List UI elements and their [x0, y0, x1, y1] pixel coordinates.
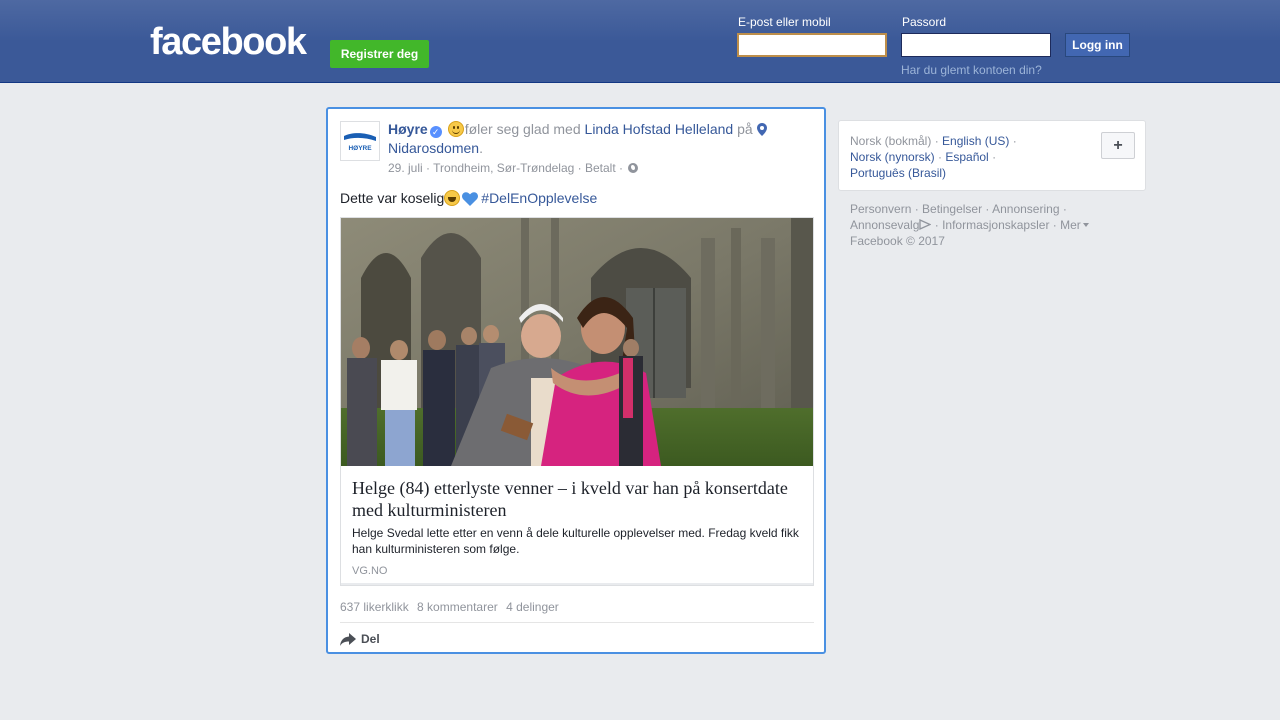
location-prefix: på [737, 121, 753, 137]
language-selector: Norsk (bokmål) · English (US) · Norsk (n… [838, 120, 1146, 191]
language-option[interactable]: Português (Brasil) [850, 166, 946, 180]
share-label: Del [361, 632, 380, 646]
share-arrow-icon [340, 632, 356, 646]
advertising-link[interactable]: Annonsering [992, 202, 1059, 216]
blue-heart-icon [462, 192, 479, 206]
ad-choices-label: Annonsevalg [850, 218, 920, 232]
shares-count[interactable]: 4 delinger [506, 600, 559, 614]
happy-feeling-icon [447, 121, 464, 137]
tagged-person-link[interactable]: Linda Hofstad Helleland [585, 121, 734, 137]
language-option[interactable]: English (US) [942, 134, 1009, 148]
feeling-text: føler seg glad med [464, 121, 581, 137]
more-label: Mer [1060, 218, 1081, 232]
language-option[interactable]: Norsk (nynorsk) [850, 150, 935, 164]
more-menu-link[interactable]: Mer [1060, 218, 1089, 232]
language-option[interactable]: Español [945, 150, 988, 164]
location-link[interactable]: Nidarosdomen [388, 140, 479, 156]
comments-count[interactable]: 8 kommentarer [417, 600, 498, 614]
register-button[interactable]: Registrer deg [330, 40, 429, 68]
password-field[interactable] [901, 33, 1051, 57]
more-languages-button[interactable]: + [1101, 132, 1135, 159]
page-avatar[interactable]: HØYRE [340, 121, 380, 161]
page-name-link[interactable]: Høyre [388, 121, 428, 137]
terms-link[interactable]: Betingelser [922, 202, 982, 216]
ad-choices-link[interactable]: Annonsevalg [850, 218, 932, 232]
preview-photo[interactable] [341, 218, 813, 466]
footer-links: Personvern · Betingelser · Annonsering ·… [850, 201, 1110, 249]
current-language: Norsk (bokmål) [850, 134, 932, 148]
preview-title[interactable]: Helge (84) etterlyste venner – i kveld v… [352, 477, 802, 521]
preview-description: Helge Svedal lette etter en venn å dele … [352, 526, 799, 556]
separator: · [619, 161, 624, 175]
privacy-link[interactable]: Personvern [850, 202, 911, 216]
facebook-logo[interactable]: facebook [150, 23, 307, 61]
hashtag-link[interactable]: #DelEnOpplevelse [481, 190, 597, 206]
separator: · [577, 161, 582, 175]
post-text: Dette var koselig [340, 190, 445, 206]
post-date-link[interactable]: 29. juli [388, 161, 423, 175]
post-message: Dette var koselig #DelEnOpplevelse [340, 189, 810, 208]
post-meta: 29. juli · Trondheim, Sør-Trøndelag · Be… [388, 161, 808, 175]
sponsored-label: Betalt [585, 161, 616, 175]
preview-domain: VG.NO [352, 565, 388, 577]
link-preview[interactable]: Helge (84) etterlyste venner – i kveld v… [340, 217, 814, 586]
verified-badge-icon: ✓ [429, 126, 442, 138]
post-place-link[interactable]: Trondheim, Sør-Trøndelag [433, 161, 574, 175]
public-globe-icon [628, 163, 639, 173]
action-divider [340, 622, 814, 623]
copyright: Facebook © 2017 [850, 234, 945, 248]
separator: · [426, 161, 431, 175]
sponsored-post: HØYRE Høyre ✓ føler seg glad med Linda Hof… [326, 107, 826, 654]
login-button[interactable]: Logg inn [1065, 33, 1130, 57]
email-label: E-post eller mobil [738, 15, 831, 29]
password-label: Passord [902, 15, 947, 29]
top-bar: facebook Registrer deg E-post eller mobi… [0, 0, 1280, 83]
language-list: Norsk (bokmål) · English (US) · Norsk (n… [850, 134, 1017, 180]
avatar-text: HØYRE [348, 145, 372, 152]
post-header: Høyre ✓ føler seg glad med Linda Hofstad H… [388, 120, 788, 158]
forgot-account-link[interactable]: Har du glemt kontoen din? [901, 63, 1042, 77]
cookies-link[interactable]: Informasjonskapsler [942, 218, 1049, 232]
laughing-emoji-icon [444, 190, 461, 206]
location-pin-icon [756, 123, 767, 136]
ad-choices-icon [919, 219, 932, 230]
post-stats: 637 likerklikk 8 kommentarer 4 delinger [340, 600, 814, 614]
share-button[interactable]: Del [340, 629, 380, 649]
period: . [479, 140, 483, 156]
email-field[interactable] [737, 33, 887, 57]
likes-count[interactable]: 637 likerklikk [340, 600, 409, 614]
chevron-down-icon [1082, 223, 1089, 227]
